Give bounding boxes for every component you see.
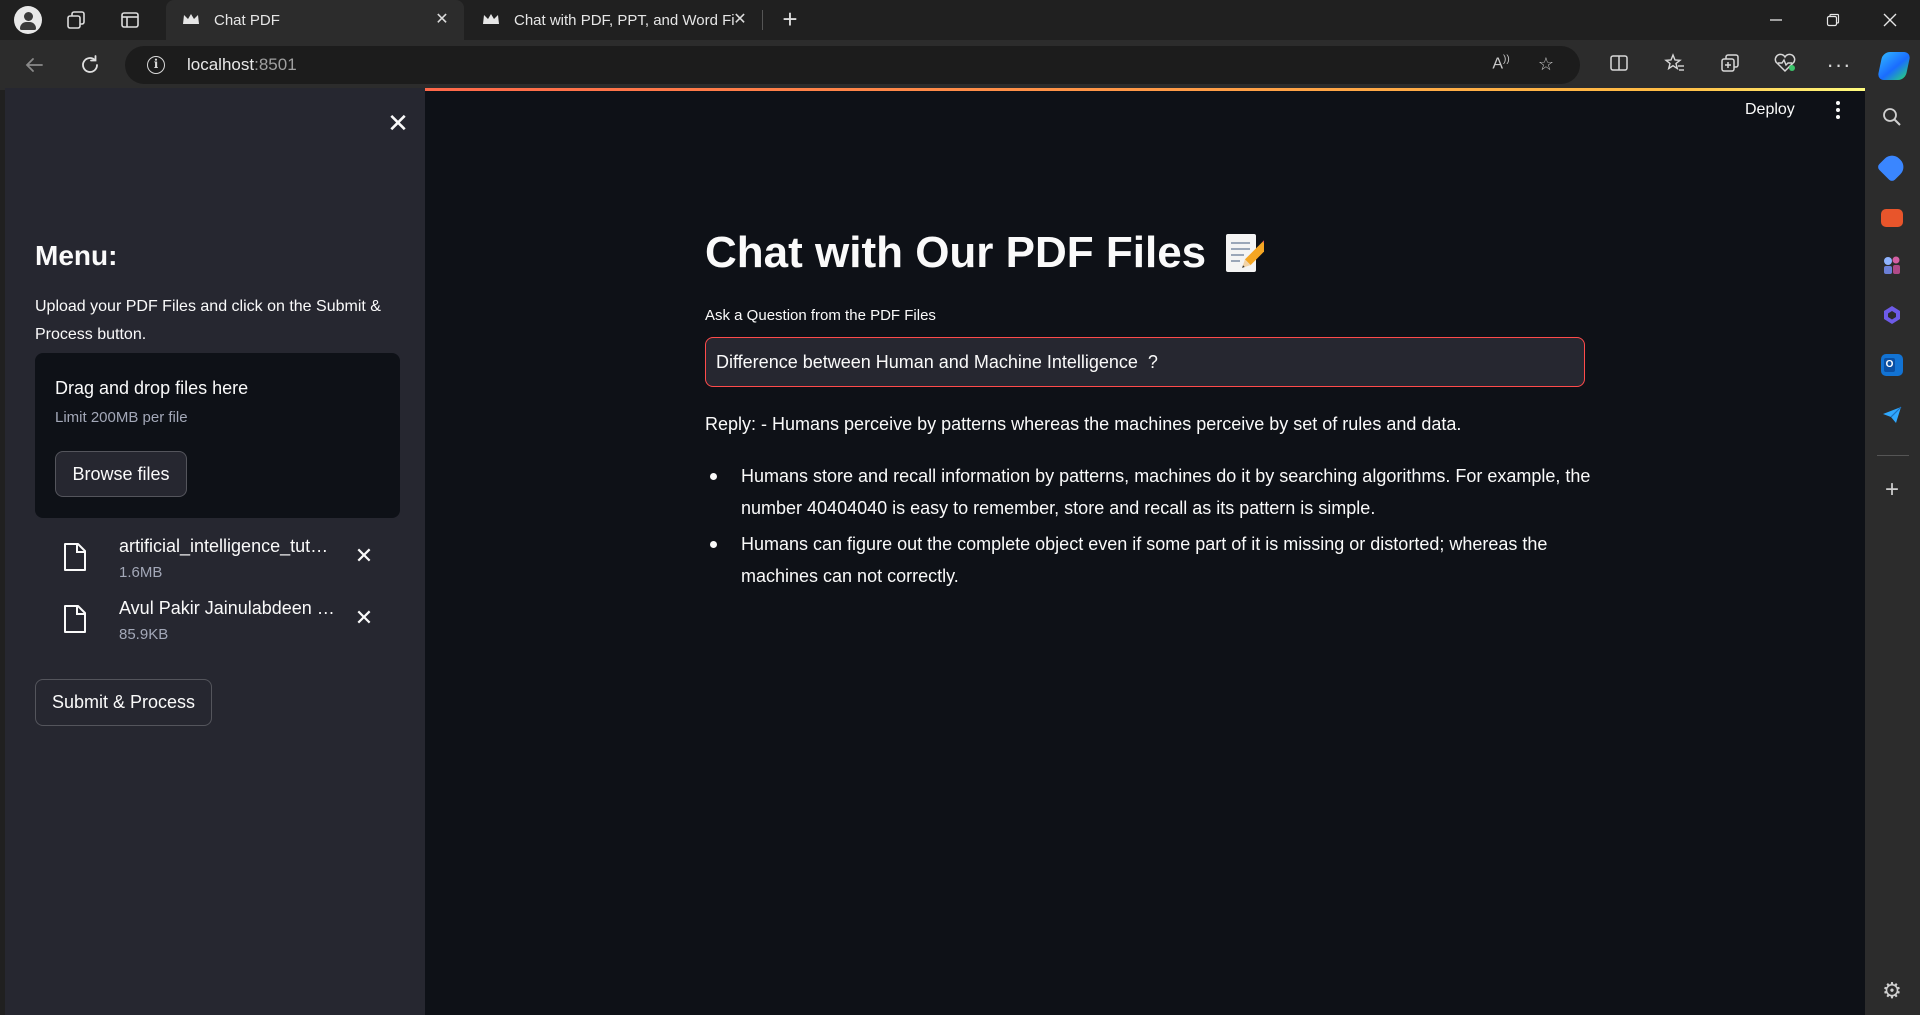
tab-close-icon[interactable]: ✕: [730, 10, 750, 30]
browse-files-button[interactable]: Browse files: [55, 451, 187, 497]
file-name: Avul Pakir Jainulabdeen …: [119, 598, 335, 618]
sidebar-heading: Menu:: [35, 240, 118, 271]
tools-briefcase-icon[interactable]: [1881, 209, 1903, 227]
send-telegram-icon[interactable]: [1881, 404, 1903, 426]
app-viewport: ✕ Menu: Upload your PDF Files and click …: [5, 88, 1865, 1015]
tab-title: Chat PDF: [214, 11, 280, 29]
sidebar-settings-gear-icon[interactable]: ⚙: [1879, 978, 1905, 1004]
tab-separator: [762, 10, 763, 30]
edge-sidebar: O + ⚙: [1865, 90, 1920, 1015]
dropzone-title: Drag and drop files here: [55, 378, 249, 398]
favorite-star-icon[interactable]: ☆: [1535, 54, 1557, 76]
read-aloud-icon[interactable]: A)): [1490, 54, 1512, 76]
url-text: localhost:8501: [187, 55, 297, 74]
question-label: Ask a Question from the PDF Files: [705, 307, 936, 324]
list-item: Humans can figure out the complete objec…: [705, 528, 1600, 592]
file-icon: [63, 542, 87, 572]
address-bar[interactable]: i localhost:8501 A)) ☆: [125, 46, 1580, 84]
workspaces-icon[interactable]: [64, 8, 88, 32]
reload-icon[interactable]: [76, 51, 104, 79]
streamlit-crown-icon: [482, 13, 500, 27]
vertical-tabs-icon[interactable]: [118, 8, 142, 32]
outlook-icon[interactable]: O: [1881, 354, 1903, 376]
reply-text: Reply: - Humans perceive by patterns whe…: [705, 414, 1462, 434]
uploaded-file-item: artificial_intelligence_tut… 1.6MB ✕: [63, 536, 393, 586]
more-options-icon[interactable]: ···: [1826, 52, 1852, 78]
browser-essentials-icon[interactable]: [1772, 52, 1798, 78]
tab-chat-pdf[interactable]: Chat PDF ✕: [166, 0, 464, 40]
remove-file-close-icon[interactable]: ✕: [352, 544, 376, 568]
question-input-wrapper: [705, 337, 1585, 387]
tab-title: Chat with PDF, PPT, and Word Fil: [514, 11, 734, 29]
collections-icon[interactable]: [1717, 52, 1743, 78]
games-chess-icon[interactable]: [1881, 254, 1903, 276]
streamlit-crown-icon: [182, 13, 200, 27]
file-size: 85.9KB: [119, 626, 169, 643]
microsoft-365-icon[interactable]: [1881, 304, 1903, 326]
main-menu-kebab-icon[interactable]: [1830, 97, 1846, 123]
sidebar-close-icon[interactable]: ✕: [383, 108, 413, 138]
page-title-text: Chat with Our PDF Files: [705, 228, 1207, 277]
list-item: Humans store and recall information by p…: [705, 460, 1600, 524]
remove-file-close-icon[interactable]: ✕: [352, 606, 376, 630]
dropzone-limit: Limit 200MB per file: [55, 409, 188, 426]
window-close-icon[interactable]: [1862, 0, 1918, 40]
memo-pencil-icon: [1224, 230, 1272, 276]
sidebar-divider: [1877, 455, 1909, 456]
back-arrow-icon[interactable]: [20, 51, 48, 79]
copilot-icon[interactable]: [1877, 52, 1911, 80]
shopping-tag-icon[interactable]: [1876, 151, 1908, 183]
file-icon: [63, 604, 87, 634]
deploy-button[interactable]: Deploy: [1745, 97, 1795, 123]
app-sidebar: ✕ Menu: Upload your PDF Files and click …: [5, 88, 425, 1015]
reply-bullet-list: Humans store and recall information by p…: [705, 460, 1600, 596]
browser-toolbar: i localhost:8501 A)) ☆ ···: [0, 40, 1920, 90]
add-sidebar-app-plus-icon[interactable]: +: [1879, 478, 1905, 504]
submit-process-button[interactable]: Submit & Process: [35, 679, 212, 726]
profile-avatar-icon[interactable]: [14, 6, 42, 34]
restore-icon[interactable]: [1805, 0, 1861, 40]
search-icon[interactable]: [1881, 106, 1903, 128]
site-info-icon[interactable]: i: [147, 56, 165, 74]
question-input[interactable]: [716, 338, 1576, 386]
browser-tab-bar: Chat PDF ✕ Chat with PDF, PPT, and Word …: [0, 0, 1920, 40]
tab-close-icon[interactable]: ✕: [432, 10, 452, 30]
split-screen-icon[interactable]: [1606, 52, 1632, 78]
file-dropzone[interactable]: Drag and drop files here Limit 200MB per…: [35, 353, 400, 518]
sidebar-description: Upload your PDF Files and click on the S…: [35, 298, 381, 343]
new-tab-plus-icon[interactable]: +: [776, 6, 804, 34]
minimize-icon[interactable]: [1748, 0, 1804, 40]
uploaded-file-item: Avul Pakir Jainulabdeen … 85.9KB ✕: [63, 598, 393, 648]
tab-chat-with-pdf-ppt-word[interactable]: Chat with PDF, PPT, and Word Fil ✕: [466, 0, 762, 40]
favorites-icon[interactable]: [1662, 52, 1688, 78]
file-size: 1.6MB: [119, 564, 163, 581]
page-title: Chat with Our PDF Files: [705, 228, 1272, 278]
file-name: artificial_intelligence_tut…: [119, 536, 329, 556]
